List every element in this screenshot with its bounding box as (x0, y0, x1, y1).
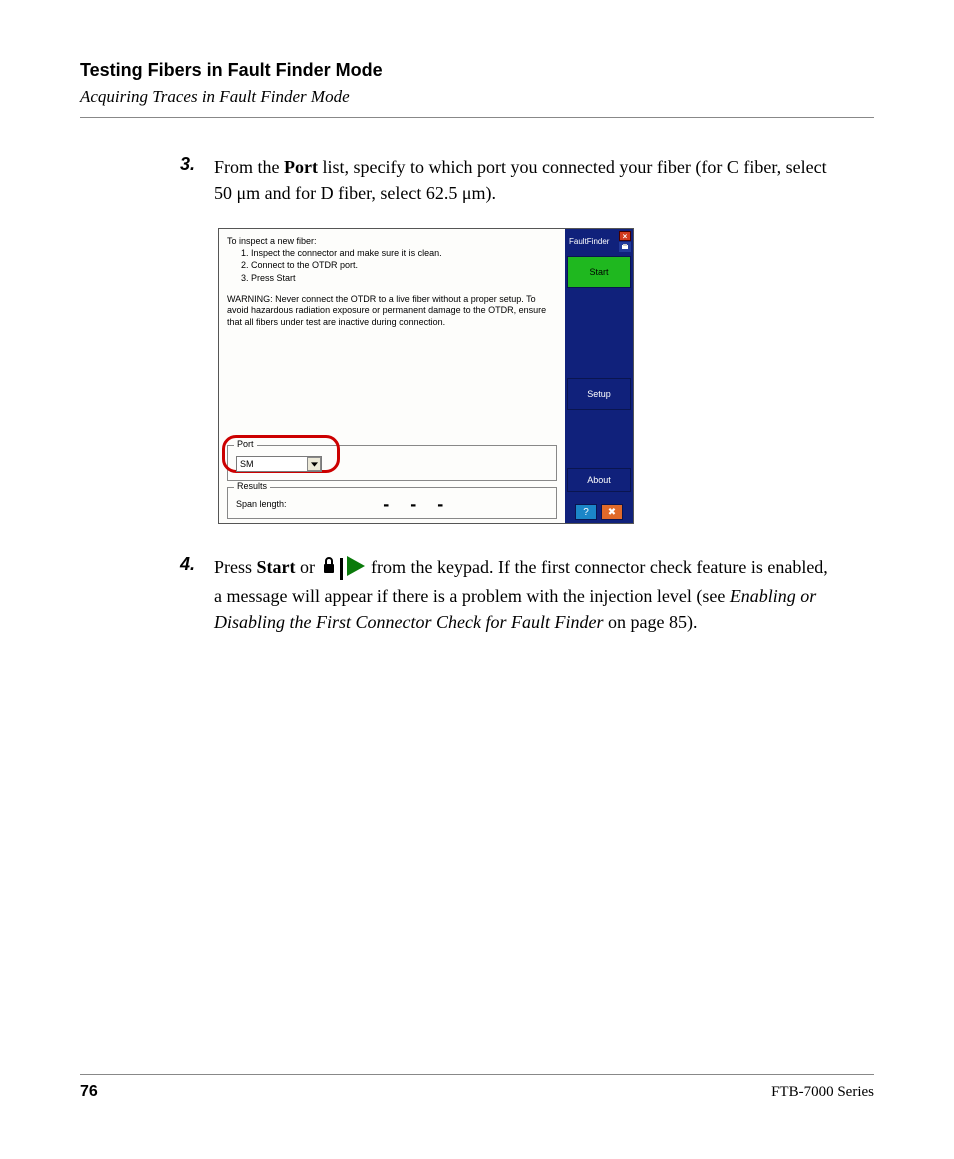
text: or (296, 557, 320, 577)
instructions: To inspect a new fiber: 1. Inspect the c… (227, 235, 557, 284)
section-subtitle: Acquiring Traces in Fault Finder Mode (80, 87, 874, 107)
step-4: 4. Press Start or from the keypad. If th… (180, 554, 874, 635)
app-title: FaultFinder (567, 237, 619, 246)
instruction-item: 1. Inspect the connector and make sure i… (241, 247, 557, 259)
close-icon[interactable]: × (619, 231, 631, 241)
about-button[interactable]: About (567, 468, 631, 492)
step-body: From the Port list, specify to which por… (214, 154, 834, 206)
setup-button[interactable]: Setup (567, 378, 631, 410)
app-screenshot: To inspect a new fiber: 1. Inspect the c… (218, 228, 634, 524)
span-length-value: - - - (287, 498, 548, 510)
keypad-icons (322, 556, 365, 583)
text-bold: Start (257, 557, 296, 577)
instructions-list: 1. Inspect the connector and make sure i… (227, 247, 557, 283)
span-length-label: Span length: (236, 499, 287, 509)
text: Press (214, 557, 257, 577)
port-value: SM (237, 459, 307, 469)
step-3: 3. From the Port list, specify to which … (180, 154, 874, 206)
footer-divider (80, 1074, 874, 1075)
app-main-panel: To inspect a new fiber: 1. Inspect the c… (219, 229, 565, 523)
results-group: Results Span length: - - - (227, 487, 557, 519)
product-series: FTB-7000 Series (771, 1084, 874, 1101)
bar-icon (340, 558, 343, 580)
text-bold: Port (284, 157, 318, 177)
port-group: Port SM (227, 445, 557, 481)
exit-icon[interactable]: ✖ (601, 504, 623, 520)
page-footer: 76 FTB-7000 Series (80, 1074, 874, 1101)
print-icon[interactable] (619, 242, 631, 252)
text: on page 85). (603, 612, 697, 632)
lock-icon (322, 556, 336, 582)
chevron-down-icon[interactable] (307, 457, 321, 471)
step-body: Press Start or from the keypad. If the f… (214, 554, 834, 635)
warning-text: WARNING: Never connect the OTDR to a liv… (227, 294, 557, 329)
text: From the (214, 157, 284, 177)
port-dropdown[interactable]: SM (236, 456, 322, 472)
step-number: 3. (180, 154, 214, 206)
section-title: Testing Fibers in Fault Finder Mode (80, 60, 874, 81)
port-group-label: Port (234, 439, 257, 449)
app-titlebar: FaultFinder × (567, 231, 631, 252)
results-group-label: Results (234, 481, 270, 491)
help-icon[interactable]: ? (575, 504, 597, 520)
instructions-title: To inspect a new fiber: (227, 235, 557, 247)
play-icon (347, 556, 365, 583)
instruction-item: 3. Press Start (241, 272, 557, 284)
step-number: 4. (180, 554, 214, 635)
divider (80, 117, 874, 118)
page-number: 76 (80, 1083, 98, 1101)
app-sidebar: FaultFinder × Start Setup About ? ✖ (565, 229, 633, 523)
start-button[interactable]: Start (567, 256, 631, 288)
instruction-item: 2. Connect to the OTDR port. (241, 259, 557, 271)
